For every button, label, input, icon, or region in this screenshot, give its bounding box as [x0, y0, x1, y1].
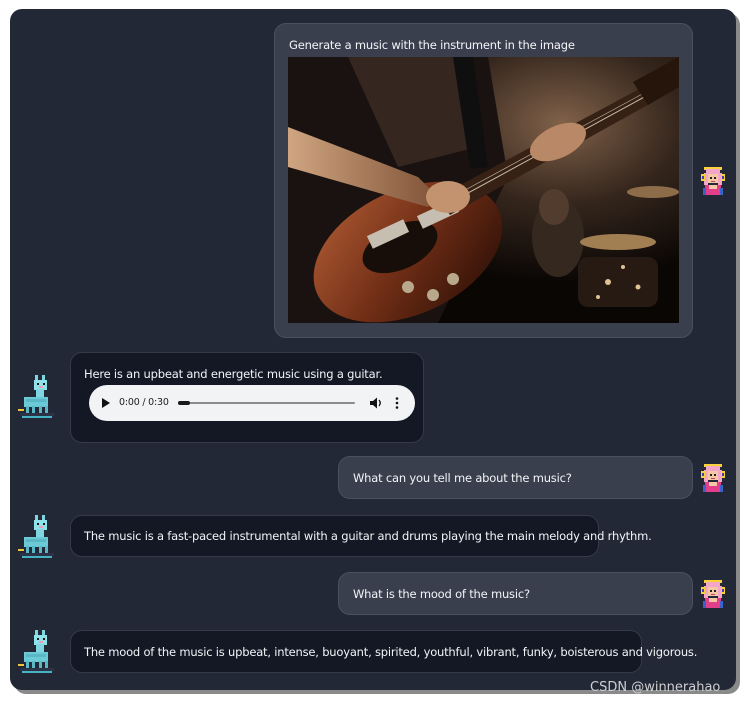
assistant-message-bubble: The mood of the music is upbeat, intense… [70, 630, 697, 673]
assistant-message-text: Here is an upbeat and energetic music us… [84, 367, 383, 381]
user-message-bubble: Generate a music with the instrument in … [274, 23, 693, 338]
user-avatar-icon [701, 167, 725, 195]
user-message-text: Generate a music with the instrument in … [289, 38, 575, 52]
user-avatar-icon [701, 580, 725, 608]
assistant-message-bubble: The music is a fast-paced instrumental w… [70, 515, 652, 557]
audio-player[interactable]: 0:00 / 0:30 [89, 385, 415, 421]
csdn-watermark: CSDN @winnerahao [590, 680, 721, 695]
audio-time-display: 0:00 / 0:30 [119, 397, 169, 408]
volume-icon[interactable] [369, 396, 383, 410]
electric-guitar-photo[interactable] [288, 57, 679, 323]
user-message-bubble: What can you tell me about the music? [338, 456, 693, 499]
user-message-text: What is the mood of the music? [353, 587, 530, 601]
more-options-icon[interactable] [394, 396, 400, 410]
user-message-bubble: What is the mood of the music? [338, 572, 693, 615]
assistant-avatar-icon [18, 515, 54, 558]
assistant-avatar-icon [18, 375, 54, 418]
user-message-text: What can you tell me about the music? [353, 471, 572, 485]
audio-progress-slider[interactable] [178, 401, 355, 405]
chat-panel: Generate a music with the instrument in … [10, 9, 736, 690]
assistant-avatar-icon [18, 630, 54, 673]
assistant-message-text: The mood of the music is upbeat, intense… [84, 645, 698, 659]
audio-progress-fill [178, 401, 191, 405]
user-avatar-icon [701, 464, 725, 492]
assistant-message-bubble: Here is an upbeat and energetic music us… [70, 352, 424, 443]
assistant-message-text: The music is a fast-paced instrumental w… [84, 529, 652, 543]
play-icon[interactable] [102, 398, 110, 408]
